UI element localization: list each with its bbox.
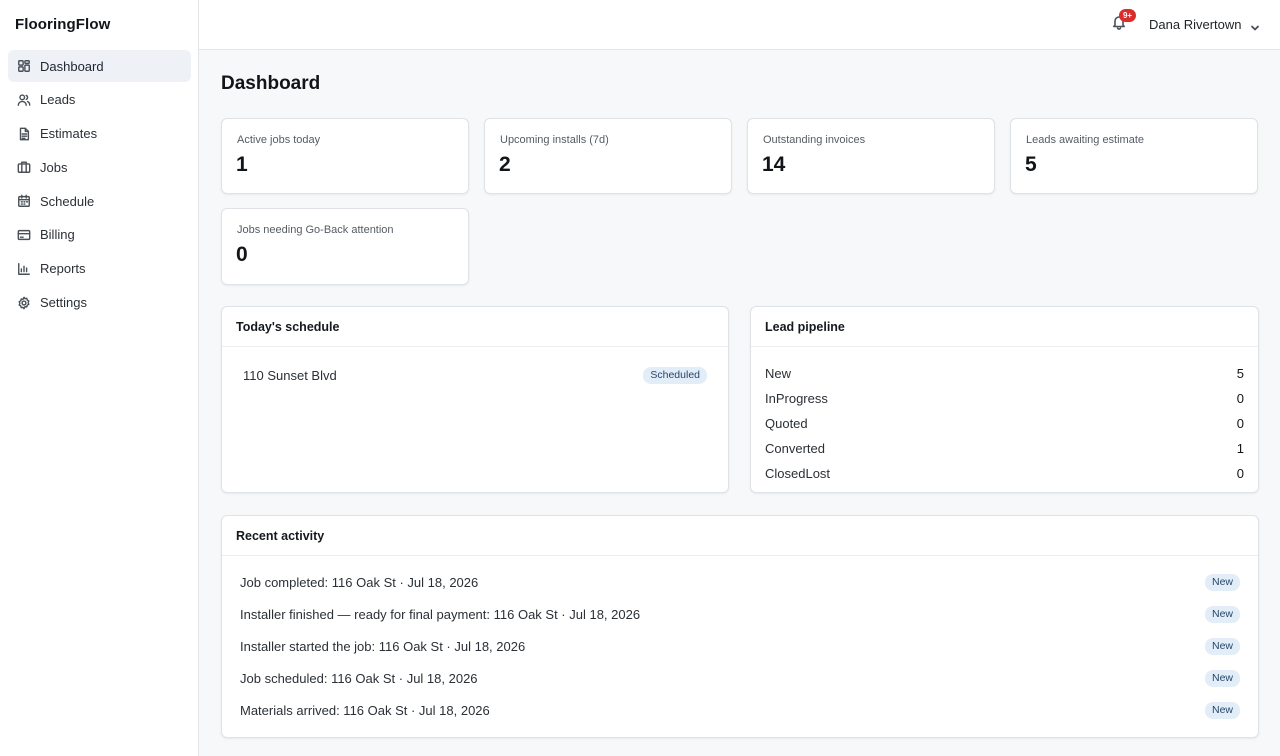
stat-card-active-jobs: Active jobs today 1 — [221, 118, 469, 194]
activity-item[interactable]: Installer finished — ready for final pay… — [240, 598, 1240, 630]
recent-activity-card: Recent activity Job completed: 116 Oak S… — [221, 515, 1259, 738]
card-title: Recent activity — [222, 516, 1258, 556]
sidebar-item-dashboard[interactable]: Dashboard — [8, 50, 191, 82]
sidebar-item-billing[interactable]: Billing — [8, 219, 191, 251]
new-badge: New — [1204, 701, 1240, 719]
new-badge: New — [1204, 573, 1240, 591]
users-icon — [16, 92, 32, 108]
stat-value: 1 — [236, 153, 248, 176]
stat-label: Outstanding invoices — [763, 134, 866, 146]
new-badge: New — [1204, 637, 1240, 655]
activity-item[interactable]: Job scheduled: 116 Oak St · Jul 18, 2026… — [240, 662, 1240, 694]
sidebar-item-label: Settings — [40, 295, 87, 311]
activity-item[interactable]: Installer started the job: 116 Oak St · … — [240, 630, 1240, 662]
stat-value: 0 — [236, 243, 248, 266]
pipeline-count: 0 — [1236, 466, 1244, 481]
sidebar-item-label: Jobs — [40, 159, 68, 175]
sidebar-item-reports[interactable]: Reports — [8, 253, 191, 285]
stat-card-leads-awaiting: Leads awaiting estimate 5 — [1010, 118, 1258, 194]
card-title: Today's schedule — [222, 307, 728, 347]
pipeline-count: 1 — [1236, 441, 1244, 456]
stat-label: Upcoming installs (7d) — [500, 134, 609, 146]
pipeline-count: 5 — [1236, 366, 1244, 381]
briefcase-icon — [16, 159, 32, 175]
notification-count-badge: 9+ — [1119, 9, 1136, 22]
calendar-icon — [16, 193, 32, 209]
status-badge: Scheduled — [643, 366, 707, 384]
pipeline-list: New 5 InProgress 0 Quoted 0 Converted 1 … — [765, 361, 1244, 486]
bar-chart-icon — [16, 261, 32, 277]
stat-label: Jobs needing Go-Back attention — [237, 224, 394, 236]
sidebar-item-leads[interactable]: Leads — [8, 84, 191, 116]
activity-text: Job completed: 116 Oak St · Jul 18, 2026 — [240, 574, 479, 590]
grid-icon — [16, 58, 32, 74]
new-badge: New — [1204, 669, 1240, 687]
sidebar-item-label: Estimates — [40, 126, 98, 142]
gear-icon — [16, 295, 32, 311]
topbar: 9+ Dana Rivertown — [199, 0, 1280, 50]
sidebar-item-label: Billing — [40, 227, 75, 243]
schedule-address: 110 Sunset Blvd — [243, 367, 337, 383]
pipeline-row: Quoted 0 — [765, 411, 1244, 436]
activity-item[interactable]: Materials arrived: 116 Oak St · Jul 18, … — [240, 694, 1240, 726]
stat-label: Leads awaiting estimate — [1026, 134, 1145, 146]
brand-logo[interactable]: FlooringFlow — [15, 16, 110, 33]
activity-item[interactable]: Job completed: 116 Oak St · Jul 18, 2026… — [240, 566, 1240, 598]
user-menu[interactable]: Dana Rivertown — [1149, 17, 1260, 32]
chevron-down-icon — [1250, 20, 1260, 30]
card-title: Lead pipeline — [751, 307, 1258, 347]
user-name: Dana Rivertown — [1149, 17, 1242, 32]
new-badge: New — [1204, 605, 1240, 623]
sidebar-item-label: Schedule — [40, 193, 95, 209]
activity-text: Installer finished — ready for final pay… — [240, 606, 641, 622]
sidebar-nav: Dashboard Leads Estimates Jobs Schedule — [8, 50, 191, 320]
pipeline-row: ClosedLost 0 — [765, 461, 1244, 486]
stat-value: 5 — [1025, 153, 1037, 176]
sidebar-item-schedule[interactable]: Schedule — [8, 185, 191, 217]
pipeline-row: InProgress 0 — [765, 386, 1244, 411]
pipeline-stage: New — [765, 366, 792, 381]
sidebar-item-estimates[interactable]: Estimates — [8, 118, 191, 150]
todays-schedule-card: Today's schedule 110 Sunset Blvd Schedul… — [221, 306, 729, 493]
pipeline-row: New 5 — [765, 361, 1244, 386]
sidebar: FlooringFlow Dashboard Leads Estimates J… — [0, 0, 199, 756]
stat-value: 2 — [499, 153, 511, 176]
activity-list: Job completed: 116 Oak St · Jul 18, 2026… — [240, 566, 1240, 726]
stat-value: 14 — [762, 153, 786, 176]
sidebar-item-label: Leads — [40, 92, 76, 108]
sidebar-item-settings[interactable]: Settings — [8, 287, 191, 319]
lead-pipeline-card: Lead pipeline New 5 InProgress 0 Quoted … — [750, 306, 1259, 493]
schedule-item[interactable]: 110 Sunset Blvd Scheduled — [243, 365, 707, 385]
activity-text: Materials arrived: 116 Oak St · Jul 18, … — [240, 702, 490, 718]
activity-text: Installer started the job: 116 Oak St · … — [240, 638, 526, 654]
document-icon — [16, 126, 32, 142]
stat-card-go-back: Jobs needing Go-Back attention 0 — [221, 208, 469, 285]
pipeline-stage: Converted — [765, 441, 825, 456]
sidebar-item-label: Dashboard — [40, 58, 104, 74]
pipeline-count: 0 — [1236, 391, 1244, 406]
stat-card-upcoming-installs: Upcoming installs (7d) 2 — [484, 118, 732, 194]
credit-card-icon — [16, 227, 32, 243]
sidebar-item-label: Reports — [40, 261, 86, 277]
pipeline-row: Converted 1 — [765, 436, 1244, 461]
stat-label: Active jobs today — [237, 134, 321, 146]
page-title: Dashboard — [221, 73, 321, 94]
pipeline-stage: ClosedLost — [765, 466, 831, 481]
stat-card-outstanding-invoices: Outstanding invoices 14 — [747, 118, 995, 194]
pipeline-count: 0 — [1236, 416, 1244, 431]
pipeline-stage: Quoted — [765, 416, 808, 431]
pipeline-stage: InProgress — [765, 391, 828, 406]
sidebar-item-jobs[interactable]: Jobs — [8, 151, 191, 183]
activity-text: Job scheduled: 116 Oak St · Jul 18, 2026 — [240, 670, 478, 686]
